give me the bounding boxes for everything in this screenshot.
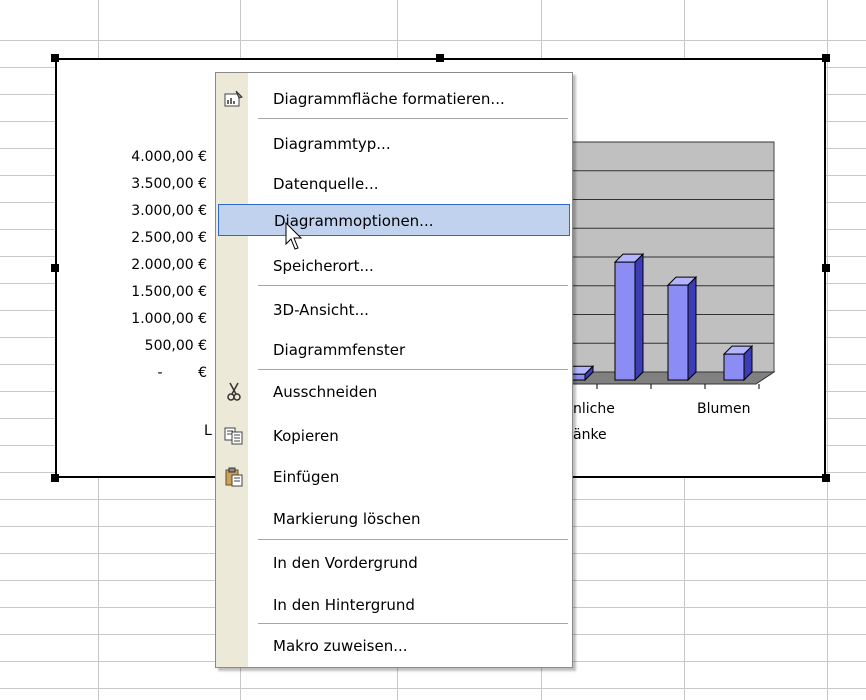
menu-item-send-to-back[interactable]: In den Hintergrund [218, 589, 570, 621]
grid-row-line [0, 688, 866, 689]
menu-item-label: In den Vordergrund [273, 554, 418, 572]
menu-item-location[interactable]: Speicherort... [218, 250, 570, 282]
resize-handle[interactable] [822, 54, 830, 62]
resize-handle[interactable] [822, 474, 830, 482]
resize-handle[interactable] [436, 54, 444, 62]
context-menu: Diagrammfläche formatieren... Diagrammty… [215, 72, 573, 668]
menu-separator [258, 539, 568, 540]
chart-bar [667, 284, 689, 381]
menu-item-label: Kopieren [273, 427, 339, 445]
y-tick-label: - € [157, 365, 207, 381]
y-tick-label: 4.000,00 € [131, 149, 207, 165]
menu-item-3d-view[interactable]: 3D-Ansicht... [218, 294, 570, 326]
chart-bar [614, 261, 636, 381]
menu-separator [258, 623, 568, 624]
menu-item-paste[interactable]: Einfügen [218, 461, 570, 493]
chart-bar-side [687, 275, 697, 382]
menu-item-assign-macro[interactable]: Makro zuweisen... [218, 630, 570, 662]
x-tick-label: L [204, 423, 212, 439]
menu-item-label: Makro zuweisen... [273, 637, 408, 655]
y-tick-label: 1.500,00 € [131, 284, 207, 300]
x-tick-label: änke [573, 427, 607, 443]
y-tick-label: 3.500,00 € [131, 176, 207, 192]
menu-item-clear-selection[interactable]: Markierung löschen [218, 503, 570, 535]
y-tick-label: 1.000,00 € [131, 311, 207, 327]
x-tick-label: Blumen [697, 401, 751, 417]
menu-item-copy[interactable]: Kopieren [218, 420, 570, 452]
y-tick-label: 2.500,00 € [131, 230, 207, 246]
chart-bar [723, 353, 745, 381]
menu-item-label: Ausschneiden [273, 383, 378, 401]
menu-item-chart-window[interactable]: Diagrammfenster [218, 334, 570, 366]
menu-item-cut[interactable]: Ausschneiden [218, 376, 570, 408]
menu-item-bring-to-front[interactable]: In den Vordergrund [218, 547, 570, 579]
resize-handle[interactable] [51, 474, 59, 482]
copy-icon [223, 426, 245, 446]
grid-column-line [827, 0, 828, 700]
menu-separator [258, 118, 568, 119]
menu-item-label: Diagrammtyp... [273, 135, 391, 153]
menu-item-format-chart-area[interactable]: Diagrammfläche formatieren... [218, 83, 570, 115]
menu-item-label: Speicherort... [273, 257, 374, 275]
menu-item-label: Datenquelle... [273, 175, 379, 193]
grid-row-line [0, 40, 866, 41]
menu-item-label: 3D-Ansicht... [273, 301, 369, 319]
menu-item-data-source[interactable]: Datenquelle... [218, 168, 570, 200]
menu-item-chart-options[interactable]: Diagrammoptionen... [218, 204, 570, 236]
menu-item-chart-type[interactable]: Diagrammtyp... [218, 128, 570, 160]
y-tick-label: 3.000,00 € [131, 203, 207, 219]
menu-item-label: Markierung löschen [273, 510, 421, 528]
menu-separator [258, 369, 568, 370]
resize-handle[interactable] [822, 264, 830, 272]
resize-handle[interactable] [51, 54, 59, 62]
y-tick-label: 2.000,00 € [131, 257, 207, 273]
menu-separator [258, 285, 568, 286]
mouse-cursor-icon [285, 222, 303, 250]
y-tick-label: 500,00 € [144, 338, 207, 354]
paste-icon [223, 467, 245, 487]
resize-handle[interactable] [51, 264, 59, 272]
chart-bar-side [634, 252, 644, 382]
menu-item-label: Einfügen [273, 468, 340, 486]
menu-item-label: Diagrammfenster [273, 341, 406, 359]
menu-item-label: In den Hintergrund [273, 596, 415, 614]
x-tick-label: nliche [573, 401, 615, 417]
menu-item-label: Diagrammfläche formatieren... [273, 90, 505, 108]
cut-icon [223, 382, 245, 402]
format-chart-area-icon [223, 89, 245, 109]
